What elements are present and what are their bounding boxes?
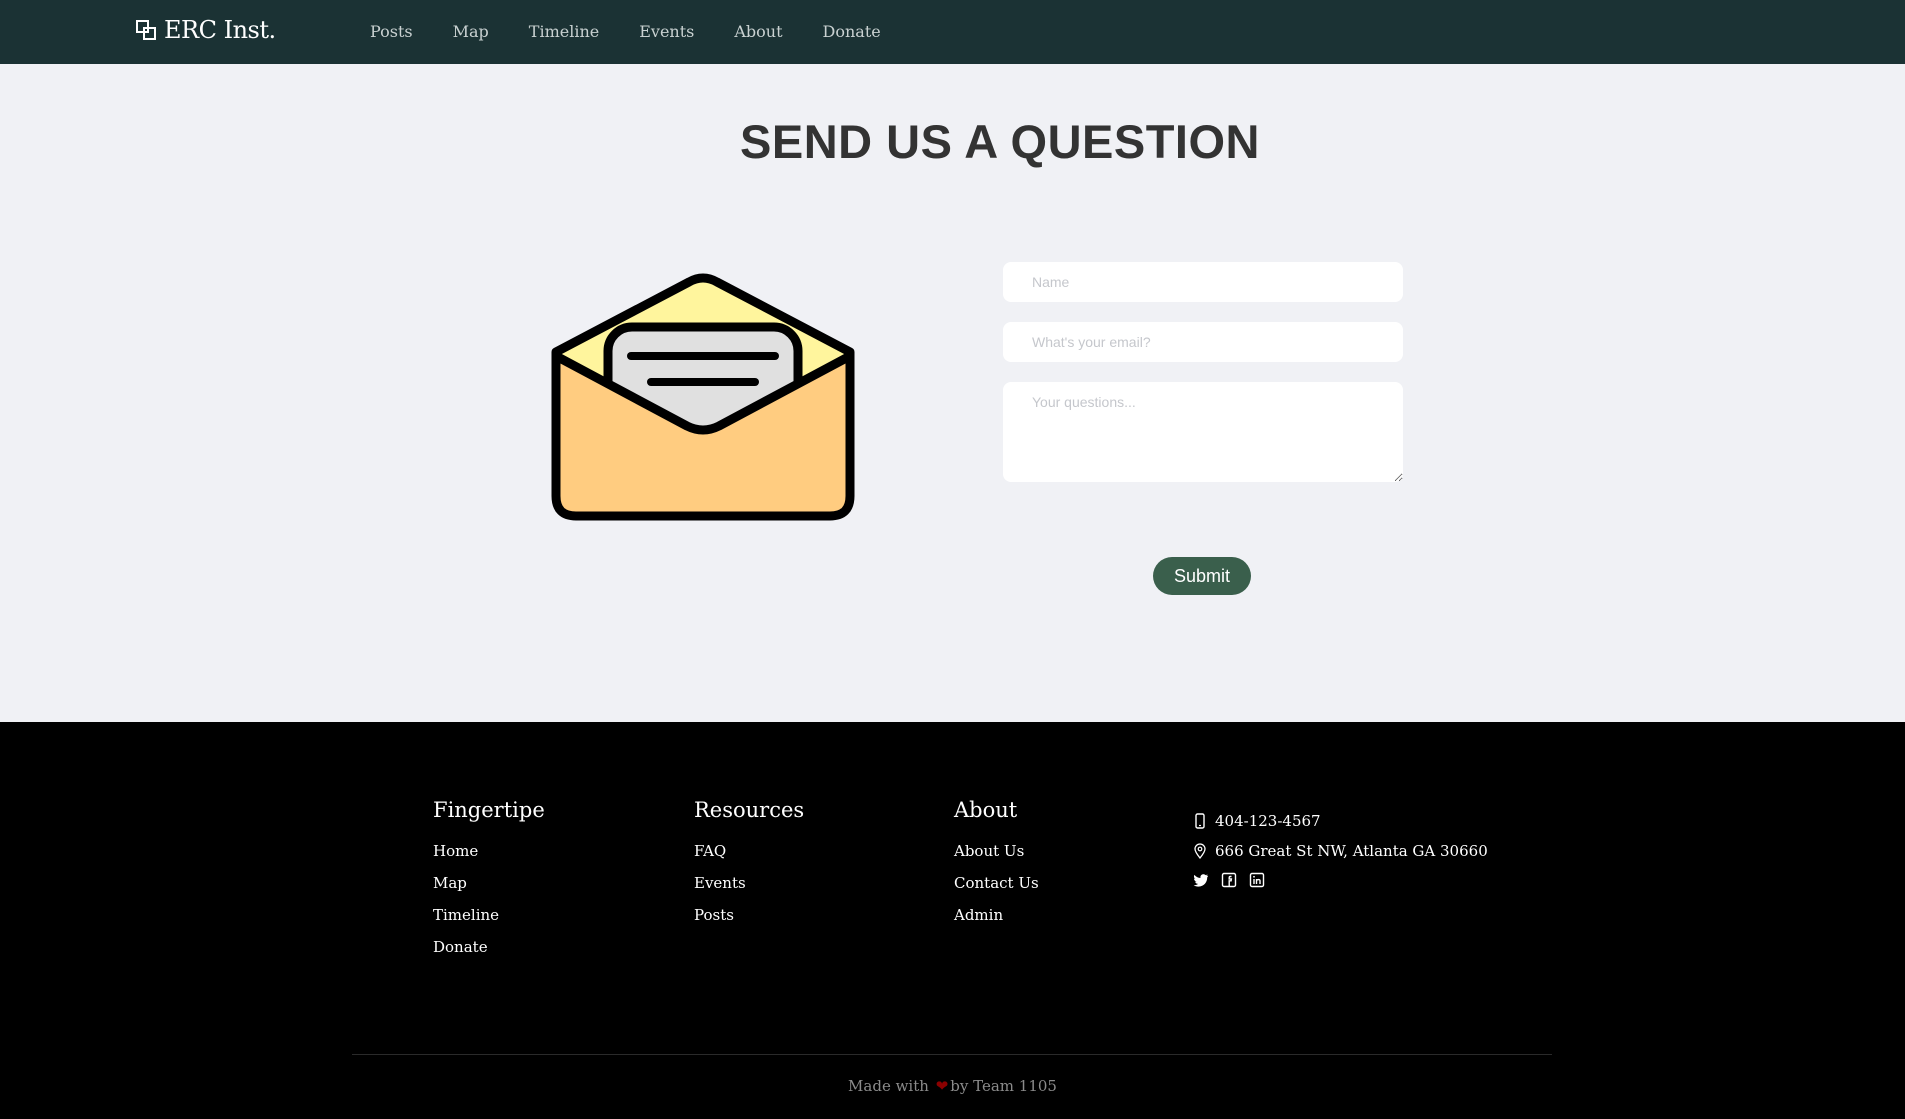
- facebook-icon[interactable]: [1221, 872, 1237, 888]
- nav-link-about[interactable]: About: [734, 22, 782, 41]
- questions-textarea[interactable]: [1003, 382, 1403, 482]
- social-links: [1193, 872, 1488, 888]
- footer-column-fingertipe: Fingertipe Home Map Timeline Donate: [433, 798, 545, 970]
- name-input[interactable]: [1003, 262, 1403, 302]
- address: 666 Great St NW, Atlanta GA 30660: [1215, 842, 1488, 860]
- footer-link-timeline[interactable]: Timeline: [433, 906, 545, 924]
- twitter-icon[interactable]: [1193, 872, 1209, 888]
- page-title: SEND US A QUESTION: [740, 115, 1260, 168]
- credit-suffix: by Team 1105: [950, 1077, 1057, 1095]
- nav-links: Posts Map Timeline Events About Donate: [370, 22, 921, 41]
- brand-logo[interactable]: ERC Inst.: [136, 16, 276, 44]
- nav-link-events[interactable]: Events: [639, 22, 694, 41]
- phone-number: 404-123-4567: [1215, 812, 1321, 830]
- nav-link-timeline[interactable]: Timeline: [529, 22, 599, 41]
- envelope-icon: [551, 273, 855, 521]
- footer-divider: [352, 1054, 1552, 1055]
- footer-credit: Made with ❤ by Team 1105: [0, 1077, 1905, 1095]
- footer-link-faq[interactable]: FAQ: [694, 842, 804, 860]
- footer-link-posts[interactable]: Posts: [694, 906, 804, 924]
- footer-column-about: About About Us Contact Us Admin: [954, 798, 1039, 938]
- credit-prefix: Made with: [848, 1077, 929, 1095]
- footer-column-resources: Resources FAQ Events Posts: [694, 798, 804, 938]
- nav-link-posts[interactable]: Posts: [370, 22, 413, 41]
- footer-column-title: About: [954, 798, 1018, 822]
- address-row: 666 Great St NW, Atlanta GA 30660: [1193, 842, 1488, 860]
- heart-icon: ❤: [935, 1077, 949, 1095]
- location-pin-icon: [1194, 843, 1206, 859]
- brand-icon: [136, 20, 156, 40]
- phone-row: 404-123-4567: [1193, 812, 1488, 830]
- footer-link-admin[interactable]: Admin: [954, 906, 1039, 924]
- nav-link-donate[interactable]: Donate: [823, 22, 881, 41]
- footer-link-contact-us[interactable]: Contact Us: [954, 874, 1039, 892]
- footer: Fingertipe Home Map Timeline Donate Reso…: [0, 722, 1905, 1119]
- footer-column-title: Fingertipe: [433, 798, 545, 822]
- submit-button[interactable]: Submit: [1153, 557, 1251, 595]
- footer-link-donate[interactable]: Donate: [433, 938, 545, 956]
- email-input[interactable]: [1003, 322, 1403, 362]
- footer-link-about-us[interactable]: About Us: [954, 842, 1039, 860]
- contact-info: 404-123-4567 666 Great St NW, Atlanta GA…: [1193, 812, 1488, 888]
- brand-name: ERC Inst.: [164, 16, 276, 44]
- phone-icon: [1195, 813, 1205, 829]
- footer-link-map[interactable]: Map: [433, 874, 545, 892]
- footer-link-events[interactable]: Events: [694, 874, 804, 892]
- question-form: Submit: [1003, 262, 1403, 595]
- top-navbar: ERC Inst. Posts Map Timeline Events Abou…: [0, 0, 1905, 64]
- main-content: SEND US A QUESTION Submit: [0, 64, 1905, 722]
- footer-link-home[interactable]: Home: [433, 842, 545, 860]
- linkedin-icon[interactable]: [1249, 872, 1265, 888]
- nav-link-map[interactable]: Map: [453, 22, 489, 41]
- footer-column-title: Resources: [694, 798, 805, 822]
